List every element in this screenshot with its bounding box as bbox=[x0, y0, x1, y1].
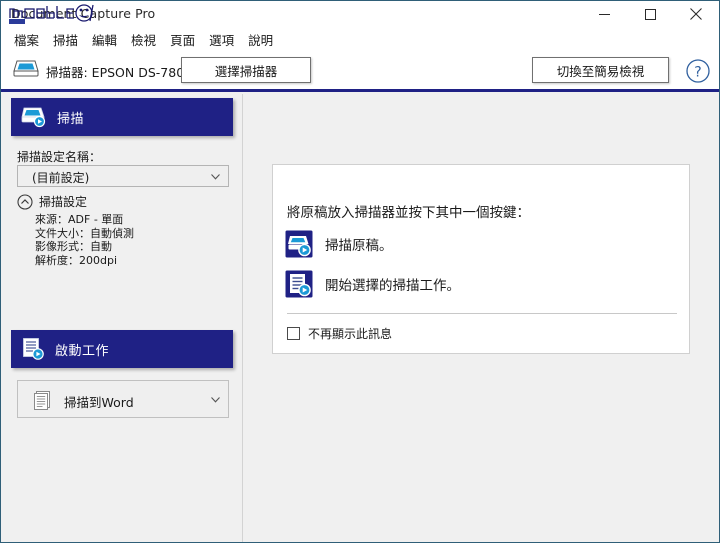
document-stack-icon bbox=[34, 391, 50, 410]
instruction-title: 將原稿放入掃描器並按下其中一個按鍵： bbox=[287, 205, 530, 221]
scan-setting-size: 文件大小：自動偵測 bbox=[35, 226, 134, 240]
scanner-icon bbox=[13, 60, 39, 77]
chevron-down-icon bbox=[211, 174, 220, 180]
help-question-icon: ? bbox=[686, 59, 710, 83]
document-play-icon bbox=[23, 338, 44, 360]
card-divider bbox=[287, 313, 677, 314]
document-play-icon bbox=[285, 270, 313, 298]
menu-item-scan[interactable]: 掃描 bbox=[46, 28, 85, 51]
instruction-card: 將原稿放入掃描器並按下其中一個按鍵： 掃描原稿。 開始選擇的掃描工作。 不再顯示… bbox=[272, 164, 690, 354]
chevron-up-circle-icon bbox=[17, 193, 33, 210]
application-window: Document Capture Pro 檔案 掃描 編輯 檢視 頁面 選項 說… bbox=[0, 0, 720, 543]
maximize-icon bbox=[644, 8, 656, 20]
scan-setting-resolution: 解析度：200dpi bbox=[35, 253, 118, 267]
menu-item-file[interactable]: 檔案 bbox=[7, 28, 46, 51]
maximize-button[interactable] bbox=[627, 1, 673, 27]
scan-settings-toggle[interactable]: 掃描設定 bbox=[17, 193, 87, 210]
window-title: Document Capture Pro bbox=[11, 6, 156, 21]
scanner-name-label: 掃描器: EPSON DS-780N bbox=[46, 65, 194, 80]
dont-show-again-label: 不再顯示此訊息 bbox=[308, 327, 393, 341]
scan-settings-label: 掃描設定 bbox=[39, 195, 88, 209]
close-icon bbox=[690, 8, 702, 20]
main-panel: 將原稿放入掃描器並按下其中一個按鍵： 掃描原稿。 開始選擇的掃描工作。 不再顯示… bbox=[244, 94, 719, 542]
svg-text:?: ? bbox=[694, 65, 701, 81]
close-button[interactable] bbox=[673, 1, 719, 27]
scan-section-label: 掃描 bbox=[57, 111, 85, 127]
scan-section-header[interactable]: 掃描 bbox=[11, 98, 233, 136]
scan-setting-image-type: 影像形式：自動 bbox=[35, 240, 112, 253]
scan-profile-select[interactable]: (目前設定) bbox=[17, 165, 229, 187]
instruction-label: 開始選擇的掃描工作。 bbox=[325, 278, 460, 294]
dont-show-again-checkbox[interactable] bbox=[287, 327, 300, 340]
job-value: 掃描到Word bbox=[64, 395, 134, 410]
minimize-button[interactable] bbox=[581, 1, 627, 27]
scanner-play-icon bbox=[21, 107, 46, 128]
menu-bar: 檔案 掃描 編輯 檢視 頁面 選項 說明 bbox=[1, 28, 719, 50]
minimize-icon bbox=[598, 13, 610, 15]
chevron-down-icon bbox=[211, 397, 220, 403]
menu-item-view[interactable]: 檢視 bbox=[124, 28, 163, 51]
sidebar: 掃描 掃描設定名稱： (目前設定) 掃描設定 來源：ADF - 單面 文件大小：… bbox=[1, 94, 243, 542]
instruction-row: 掃描原稿。 bbox=[285, 230, 393, 258]
scan-setting-source: 來源：ADF - 單面 bbox=[35, 213, 124, 226]
menu-item-help[interactable]: 說明 bbox=[241, 28, 280, 51]
title-bar: Document Capture Pro bbox=[1, 1, 719, 29]
job-section-header[interactable]: 啟動工作 bbox=[11, 330, 233, 368]
scan-profile-value: (目前設定) bbox=[32, 171, 90, 185]
instruction-label: 掃描原稿。 bbox=[325, 238, 393, 254]
job-select[interactable]: 掃描到Word bbox=[17, 380, 229, 418]
scanner-play-icon bbox=[285, 230, 313, 258]
job-section-label: 啟動工作 bbox=[55, 343, 110, 359]
select-scanner-button[interactable]: 選擇掃描器 bbox=[181, 57, 311, 83]
menu-item-options[interactable]: 選項 bbox=[202, 28, 241, 51]
scan-settings-list: 來源：ADF - 單面 文件大小：自動偵測 影像形式：自動 解析度：200dpi bbox=[35, 213, 134, 267]
menu-item-edit[interactable]: 編輯 bbox=[85, 28, 124, 51]
scanner-toolbar: 掃描器: EPSON DS-780N 選擇掃描器 切換至簡易檢視 ? bbox=[1, 50, 719, 92]
switch-to-simple-view-button[interactable]: 切換至簡易檢視 bbox=[532, 57, 669, 83]
dont-show-again-row[interactable]: 不再顯示此訊息 bbox=[287, 325, 392, 342]
help-button[interactable]: ? bbox=[685, 58, 711, 84]
scan-profile-label: 掃描設定名稱： bbox=[17, 150, 102, 164]
instruction-row: 開始選擇的掃描工作。 bbox=[285, 270, 460, 298]
content-area: 掃描 掃描設定名稱： (目前設定) 掃描設定 來源：ADF - 單面 文件大小：… bbox=[1, 94, 719, 542]
menu-item-page[interactable]: 頁面 bbox=[163, 28, 202, 51]
